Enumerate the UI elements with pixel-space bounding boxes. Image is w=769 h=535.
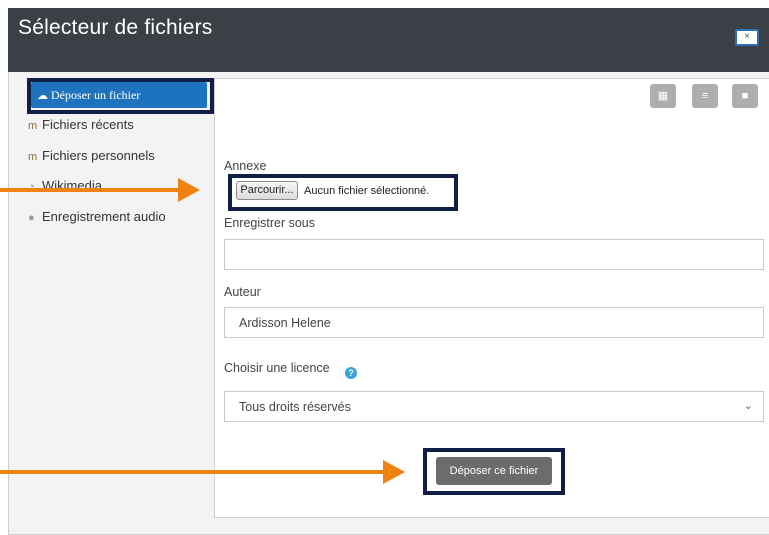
license-select[interactable]: Tous droits réservés ⌄ — [224, 391, 764, 422]
highlight-box-upload — [27, 78, 214, 114]
attachment-label: Annexe — [224, 159, 267, 173]
sidebar-item-label: Fichiers personnels — [42, 148, 155, 163]
author-input[interactable]: Ardisson Helene — [224, 307, 764, 338]
sidebar-item-label: Enregistrement audio — [42, 209, 166, 224]
author-label: Auteur — [224, 285, 261, 299]
highlight-box-submit — [423, 448, 565, 495]
microphone-icon: ● — [28, 212, 35, 224]
close-button[interactable]: × — [735, 29, 759, 46]
folder-view-button[interactable]: ■ — [732, 84, 758, 108]
highlight-box-browse — [228, 174, 458, 211]
license-label: Choisir une licence — [224, 361, 330, 375]
grid-icon: ▦ — [657, 90, 669, 102]
sidebar-item-audio[interactable]: ● Enregistrement audio — [28, 209, 166, 224]
grid-view-button[interactable]: ▦ — [650, 84, 676, 108]
annotation-arrow-line — [0, 470, 385, 474]
annotation-arrow-head — [178, 178, 200, 202]
sidebar-item-recent[interactable]: m Fichiers récents — [28, 117, 134, 132]
folder-icon: ■ — [741, 90, 749, 102]
save-as-label: Enregistrer sous — [224, 216, 316, 230]
annotation-arrow-line — [0, 188, 180, 192]
top-strip — [0, 0, 769, 8]
sidebar-item-private[interactable]: m Fichiers personnels — [28, 148, 155, 163]
list-icon: ≡ — [701, 90, 709, 102]
dialog-header: Sélecteur de fichiers × — [8, 8, 769, 72]
dialog-title: Sélecteur de fichiers — [18, 16, 213, 39]
annotation-arrow-head — [383, 460, 405, 484]
save-as-input[interactable] — [224, 239, 764, 270]
moodle-hat-icon: m — [28, 151, 38, 163]
license-value: Tous droits réservés — [239, 400, 351, 414]
sidebar-item-label: Fichiers récents — [42, 117, 134, 132]
moodle-hat-icon: m — [28, 120, 38, 132]
list-view-button[interactable]: ≡ — [692, 84, 718, 108]
help-icon[interactable]: ? — [345, 367, 357, 379]
chevron-down-icon: ⌄ — [743, 400, 753, 412]
